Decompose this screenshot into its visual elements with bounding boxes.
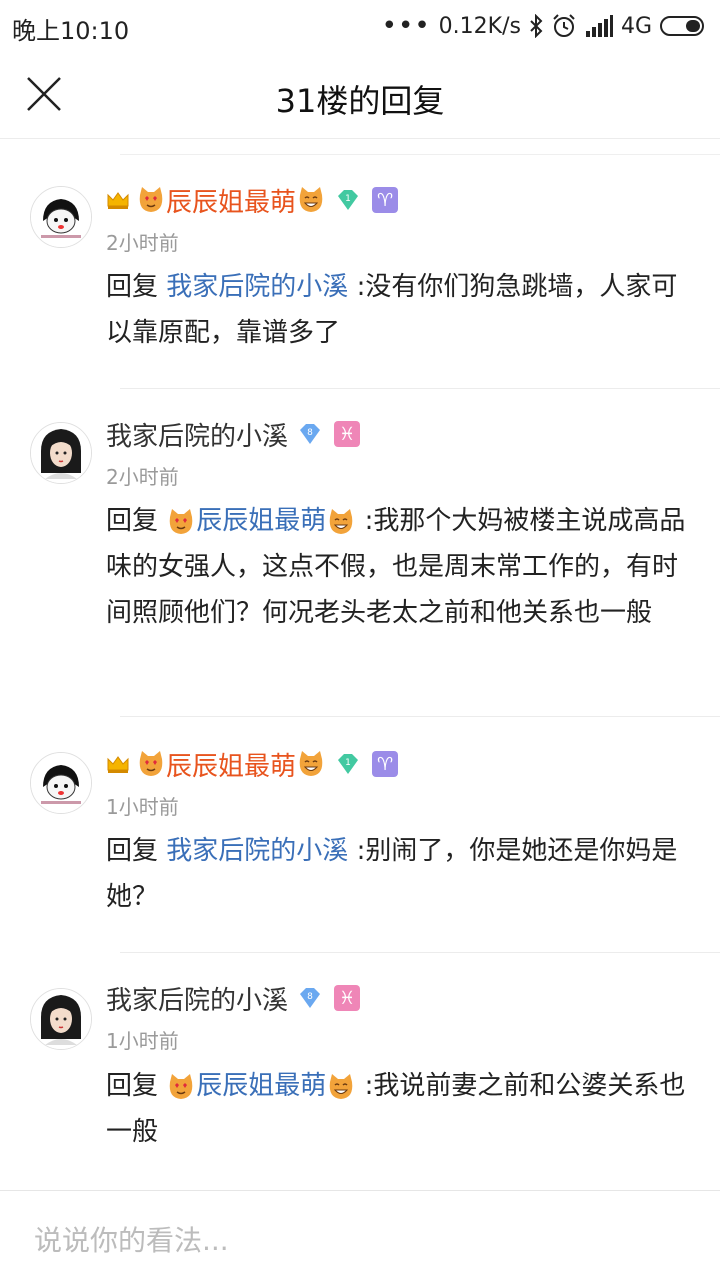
comment-input-placeholder[interactable]: 说说你的看法... [34,1219,229,1259]
post-time: 1小时前 [106,1029,179,1053]
avatar[interactable] [30,988,92,1050]
reply-body: 回复 辰辰姐最萌 :我那个大妈被楼主说成高品味的女强人，这点不假，也是周末常工作… [106,498,696,636]
more-dots-icon: ••• [381,11,431,41]
heart-eyes-cat-icon [170,508,193,534]
level-number: 1 [345,758,351,768]
level-gem-icon: 1 [338,754,359,774]
network-type: 4G [620,13,652,39]
grinning-cat-icon [299,751,323,776]
reply-prefix: 回复 [106,1071,159,1101]
username[interactable]: 我家后院的小溪 [106,416,288,453]
reply-body: 回复 我家后院的小溪 :没有你们狗急跳墙，人家可以靠原配，靠谱多了 [106,264,696,356]
level-number: 8 [307,992,313,1002]
divider [120,154,720,155]
alarm-icon [553,14,575,37]
level-gem-icon: 1 [338,190,359,210]
divider [120,952,720,953]
post-time: 2小时前 [106,231,179,255]
reply-prefix: 回复 [106,272,159,302]
aries-icon: ♈ [372,187,399,213]
reply-body: 回复 辰辰姐最萌 :我说前妻之前和公婆关系也一般 [106,1063,696,1155]
aries-icon: ♈ [372,751,399,777]
battery-icon [660,16,704,36]
reply-body: 回复 我家后院的小溪 :别闹了，你是她还是你妈是她？ [106,828,696,920]
grinning-cat-icon [330,508,353,534]
status-time: 晚上10:10 [12,17,130,45]
avatar[interactable] [30,422,92,484]
reply-to-link[interactable]: 辰辰姐最萌 [196,1071,326,1101]
page-title: 31楼的回复 [275,82,445,120]
avatar[interactable] [30,752,92,814]
username[interactable]: 我家后院的小溪 [106,980,288,1017]
level-gem-icon: 8 [300,424,321,444]
pisces-icon: ♓ [334,985,361,1011]
status-icons: ••• 0.12K/s 4G [382,11,708,41]
heart-eyes-cat-icon [170,1073,193,1099]
divider [120,716,720,717]
heart-eyes-cat-icon [139,751,163,776]
reply-prefix: 回复 [106,836,159,866]
status-bar: 晚上10:10 ••• 0.12K/s 4G [0,0,720,52]
signal-icon [585,15,613,37]
username-row: 辰辰姐最萌 1 ♈ [106,746,399,783]
reply-prefix: 回复 [106,506,159,536]
header: 31楼的回复 [0,52,720,139]
heart-eyes-cat-icon [139,187,163,212]
avatar[interactable] [30,186,92,248]
post-time: 1小时前 [106,795,179,819]
network-speed: 0.12K/s [438,13,521,39]
level-gem-icon: 8 [300,988,321,1008]
reply-to-link[interactable]: 我家后院的小溪 [166,836,348,866]
divider [120,388,720,389]
username-row: 辰辰姐最萌 1 ♈ [106,182,399,219]
reply-to-link[interactable]: 辰辰姐最萌 [196,506,326,536]
comment-input-bar[interactable]: 说说你的看法... [0,1190,720,1281]
vip-crown-icon [107,192,129,209]
username-row: 我家后院的小溪 8 ♓ [106,980,361,1017]
vip-crown-icon [107,756,129,773]
level-number: 1 [345,194,351,204]
grinning-cat-icon [299,187,323,212]
username-row: 我家后院的小溪 8 ♓ [106,416,361,453]
reply-to-link[interactable]: 我家后院的小溪 [166,272,348,302]
pisces-icon: ♓ [334,421,361,447]
username[interactable]: 辰辰姐最萌 [166,182,296,219]
username[interactable]: 辰辰姐最萌 [166,746,296,783]
post-time: 2小时前 [106,465,179,489]
grinning-cat-icon [330,1073,353,1099]
level-number: 8 [307,428,313,438]
bluetooth-icon [530,14,543,38]
